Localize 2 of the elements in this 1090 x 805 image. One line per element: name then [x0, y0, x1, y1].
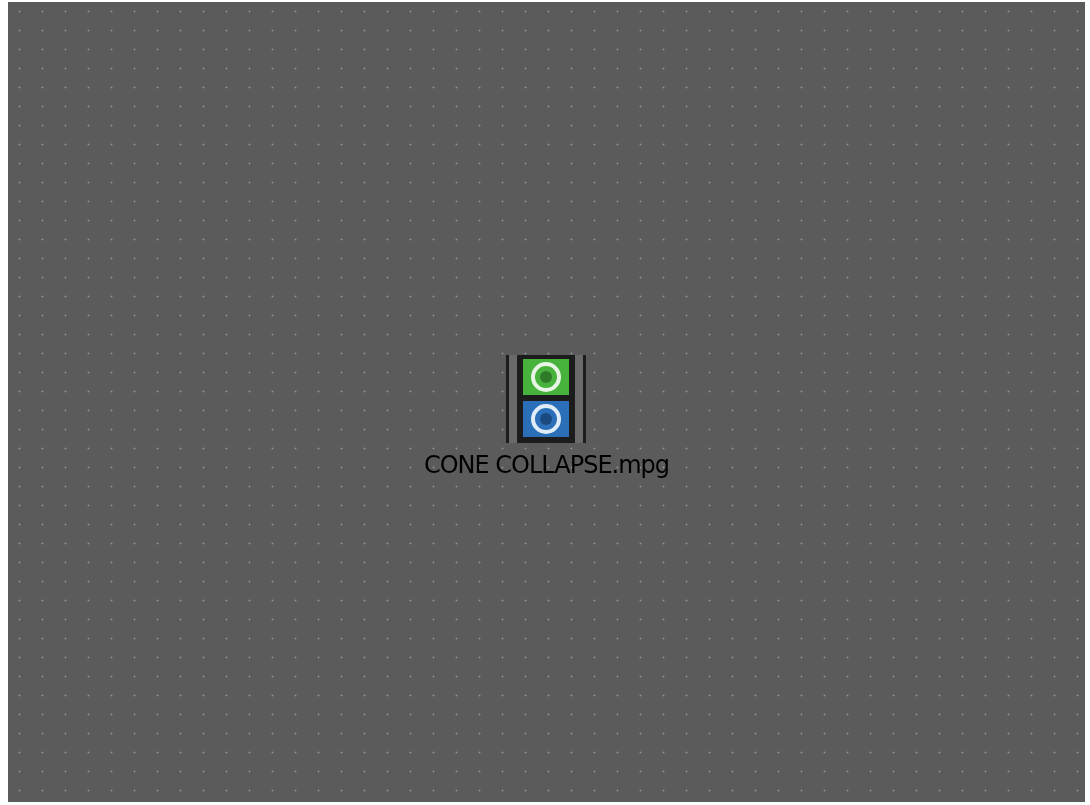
file-name[interactable]: CONE COLLAPSE.mpg: [423, 451, 670, 479]
film-strip-icon[interactable]: [506, 355, 587, 443]
